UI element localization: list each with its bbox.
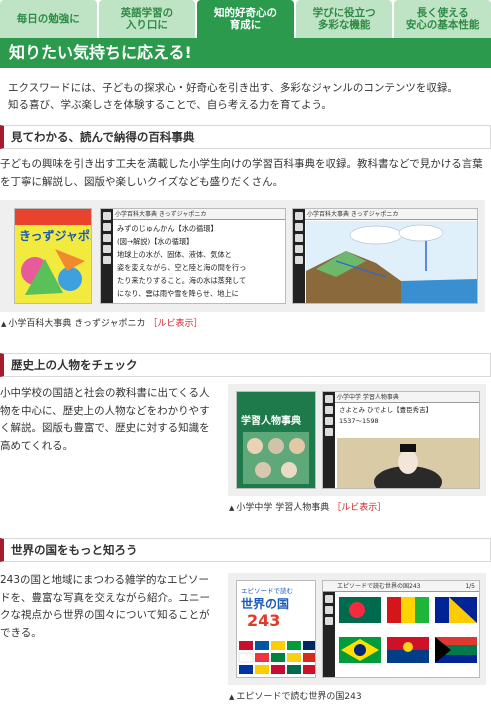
section-body-history: 小中学校の国語と社会の教科書に出てくる人物を中心に、歴史上の人物などをわかりやす…: [0, 387, 210, 452]
flags-grid: [339, 597, 477, 663]
section-body-encyclopedia: 子どもの興味を引き出す工夫を満載した小学生向けの学習百科事典を収録。教科書などで…: [0, 158, 483, 188]
caption-triangle-icon: ▲: [1, 320, 7, 328]
intro-line: 知る喜び、学ぶ楽しさを体験することで、自ら考える力を育てよう。: [8, 99, 332, 111]
caption-triangle-icon: ▲: [229, 504, 235, 512]
entry-line: 地球上の水が、固体、液体、気体と: [117, 250, 232, 259]
screen-page-indicator: 1/5: [465, 583, 475, 590]
entry-line: 姿を変えながら、空と陸と海の間を行っ: [117, 263, 247, 272]
caption-text: エピソードで読む世界の国243: [236, 692, 362, 702]
world-book-cover: エピソードで読む 世界の国 243: [236, 580, 316, 678]
caption-history: ▲ 小学中学 学習人物事典 ［ルビ表示］: [229, 500, 386, 513]
cover-title: 学習人物事典: [241, 416, 301, 427]
tab-english-entry[interactable]: 英語学習の 入り口に: [98, 0, 196, 38]
section-body-world: 243の国と地域にまつわる雑学的なエピソードを、豊富な写真を交えながら紹介。ユニ…: [0, 574, 210, 639]
screen-sidebar: [293, 209, 305, 303]
screen-entry-text: さよとみ ひでよし【豊臣秀吉】 1537〜1598: [339, 405, 432, 427]
screen-header: エピソードで読む世界の国243 1/5: [323, 581, 479, 592]
kids-japonica-cover: きっずジャポニカ: [14, 208, 92, 304]
screen-header: 小学百科大事典 きっずジャポニカ: [293, 209, 477, 220]
entry-line: になり、雲は雨や雪を降らせ、地上に: [117, 289, 239, 298]
caption-text: 小学中学 学習人物事典: [236, 503, 330, 513]
screen-header-title: エピソードで読む世界の国243: [337, 583, 421, 590]
encyclopedia-image-panel: きっずジャポニカ 小学百科大事典 きっずジャポニカ みずのじゅんかん【水の循環】…: [0, 200, 485, 312]
screen-sidebar: [101, 209, 113, 303]
caption-world: ▲ エピソードで読む世界の国243: [229, 689, 362, 702]
screen-header: 小学中学 学習人物事典: [323, 392, 479, 403]
entry-line: 1537〜1598: [339, 417, 379, 425]
entry-line: (図→解説)【水の循環】: [117, 237, 194, 246]
ruby-label: ［ルビ表示］: [332, 503, 387, 513]
tab-label: 長く使える 安心の基本性能: [405, 7, 480, 31]
section-heading-encyclopedia: 見てわかる、読んで納得の百科事典: [0, 125, 491, 149]
world-image-panel: エピソードで読む 世界の国 243 エピソードで読む世界の国243 1/5: [228, 573, 486, 685]
caption-triangle-icon: ▲: [229, 693, 235, 701]
screen-header: 小学百科大事典 きっずジャポニカ: [101, 209, 285, 220]
water-cycle-diagram: [306, 221, 477, 303]
tab-basic-performance[interactable]: 長く使える 安心の基本性能: [394, 0, 491, 38]
caption-text: 小学百科大事典 きっずジャポニカ: [8, 319, 146, 329]
screen-entry-text: みずのじゅんかん【水の循環】 (図→解説)【水の循環】 地球上の水が、固体、液体…: [117, 222, 281, 300]
page-banner: 知りたい気持ちに応える!: [0, 38, 491, 68]
tab-label: 知的好奇心の 育成に: [213, 7, 277, 31]
entry-line: たり来たりすること。海の水は蒸発して: [117, 276, 247, 285]
cover-flags: [238, 641, 315, 674]
tab-label: 毎日の勉強に: [16, 13, 80, 25]
intro-line: エクスワードには、子どもの探求心・好奇心を引き出す、多彩なジャンルのコンテンツを…: [8, 82, 458, 94]
dictionary-screen-diagram: 小学百科大事典 きっずジャポニカ: [292, 208, 478, 304]
tab-features[interactable]: 学びに役立つ 多彩な機能: [295, 0, 393, 38]
tab-label: 英語学習の 入り口に: [120, 7, 174, 31]
dictionary-screen-text: 小学百科大事典 きっずジャポニカ みずのじゅんかん【水の循環】 (図→解説)【水…: [100, 208, 286, 304]
caption-encyclopedia: ▲ 小学百科大事典 きっずジャポニカ ［ルビ表示］: [1, 316, 202, 329]
cover-number: 243: [247, 611, 281, 630]
portrait-image: [337, 438, 479, 488]
entry-line: みずのじゅんかん【水の循環】: [117, 224, 218, 233]
world-screen: エピソードで読む世界の国243 1/5: [322, 580, 480, 678]
entry-line: さよとみ ひでよし【豊臣秀吉】: [339, 406, 433, 414]
tab-label: 学びに役立つ 多彩な機能: [312, 7, 376, 31]
cover-portraits: [243, 432, 309, 484]
section-heading-history: 歴史上の人物をチェック: [0, 353, 491, 377]
history-image-panel: 学習人物事典 小学中学 学習人物事典 さよとみ ひでよし【豊臣秀吉】 1537〜…: [228, 384, 486, 496]
jinbutsu-cover: 学習人物事典: [236, 391, 316, 489]
cover-title: きっずジャポニカ: [19, 229, 91, 243]
tab-curiosity[interactable]: 知的好奇心の 育成に: [197, 0, 294, 38]
tab-daily-study[interactable]: 毎日の勉強に: [0, 0, 97, 38]
screen-sidebar: [323, 392, 335, 488]
cover-subtitle: エピソードで読む: [241, 587, 293, 595]
history-screen: 小学中学 学習人物事典 さよとみ ひでよし【豊臣秀吉】 1537〜1598: [322, 391, 480, 489]
cover-title: 世界の国: [241, 597, 290, 611]
intro-text: エクスワードには、子どもの探求心・好奇心を引き出す、多彩なジャンルのコンテンツを…: [8, 80, 486, 114]
section-heading-world: 世界の国をもっと知ろう: [0, 538, 491, 562]
screen-sidebar: [323, 581, 335, 677]
tab-bar: 毎日の勉強に 英語学習の 入り口に 知的好奇心の 育成に 学びに役立つ 多彩な機…: [0, 0, 491, 38]
ruby-label: ［ルビ表示］: [148, 319, 203, 329]
